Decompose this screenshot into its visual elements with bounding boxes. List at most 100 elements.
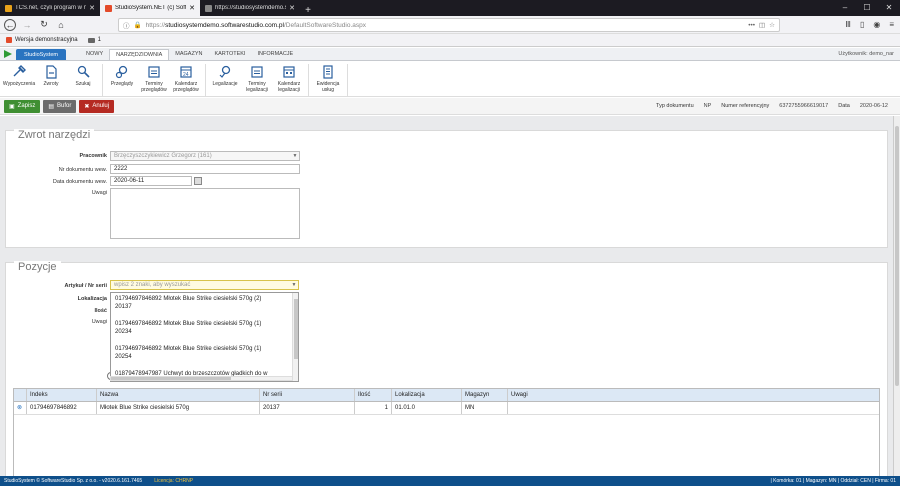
menu-icon[interactable]: ≡: [889, 20, 894, 29]
tab-magazyn[interactable]: MAGAZYN: [169, 49, 208, 60]
tab-nowy[interactable]: NOWY: [80, 49, 109, 60]
table-cell: 20137: [260, 402, 355, 414]
ribbon-button-inspection-calendar[interactable]: 24 Kalendarz przeglądów: [170, 64, 202, 96]
maximize-icon[interactable]: ☐: [856, 0, 878, 16]
tab-informacje[interactable]: INFORMACJE: [251, 49, 299, 60]
table-header-cell[interactable]: Uwagi: [508, 389, 879, 401]
status-bar: StudioSystem © SoftwareStudio Sp. z o.o.…: [0, 476, 900, 486]
pocket-icon[interactable]: ◫: [759, 21, 765, 29]
ext-doc-date-input[interactable]: 2020-06-11: [110, 176, 192, 186]
cancel-label: Anuluj: [92, 103, 110, 109]
notes-textarea[interactable]: [110, 188, 300, 239]
browser-toolbar-icons: Ⅲ ▯ ◉ ≡: [845, 20, 894, 29]
ribbon-button-inspections[interactable]: Przeglądy: [106, 64, 138, 96]
bookmark-demo[interactable]: Wersja demonstracyjna: [6, 37, 78, 43]
close-window-icon[interactable]: ✕: [878, 0, 900, 16]
new-tab-icon[interactable]: +: [300, 5, 316, 16]
doc-date-value: 2020-06-12: [859, 103, 888, 109]
table-header-cell[interactable]: Lokalizacja: [392, 389, 462, 401]
tab-favicon-icon: [205, 4, 212, 12]
table-header-cell[interactable]: Indeks: [27, 389, 97, 401]
app-menu-bar: StudioSystem NOWY NARZĘDZIOWNIA MAGAZYN …: [0, 48, 900, 61]
employee-label: Pracownik: [79, 153, 107, 159]
table-header-cell[interactable]: Magazyn: [462, 389, 508, 401]
gear-check-icon: [219, 65, 231, 78]
scrollbar-thumb[interactable]: [111, 377, 231, 380]
ribbon-button-legalization-dates[interactable]: Terminy legalizacji: [241, 64, 273, 96]
table-header-cell[interactable]: Nazwa: [97, 389, 260, 401]
close-icon: ✖: [84, 103, 90, 110]
ribbon-button-search[interactable]: Szukaj: [67, 64, 99, 96]
close-tab-icon[interactable]: ✕: [189, 4, 195, 12]
suggestion-serial: 20137: [115, 304, 132, 310]
positions-title: Pozycje: [14, 261, 61, 273]
article-search-input[interactable]: wpisz 2 znaki, aby wyszukać ▼: [110, 280, 299, 290]
table-header-cell[interactable]: Nr serii: [260, 389, 355, 401]
lock-icon: 🔒: [133, 22, 142, 29]
forward-icon[interactable]: →: [21, 19, 33, 31]
cancel-button[interactable]: ✖ Anuluj: [79, 99, 115, 113]
app-brand[interactable]: StudioSystem: [16, 49, 66, 60]
location-label: Lokalizacja: [77, 296, 107, 302]
account-icon[interactable]: ◉: [873, 20, 880, 29]
browser-tab-2[interactable]: StudioSystem.NET (c) Software ✕: [100, 0, 200, 16]
ribbon-button-inspection-dates[interactable]: Terminy przeglądów: [138, 64, 170, 96]
scrollbar-thumb[interactable]: [895, 126, 899, 386]
browser-tab-3[interactable]: https://studiosystemdemo.softwa ✕: [200, 0, 300, 16]
back-icon[interactable]: ←: [4, 18, 16, 31]
ribbon-button-service-register[interactable]: Ewidencja usług: [312, 64, 344, 96]
minimize-icon[interactable]: –: [834, 0, 856, 16]
chevron-down-icon[interactable]: ▼: [290, 281, 298, 289]
close-tab-icon[interactable]: ✕: [289, 4, 295, 12]
dropdown-scrollbar[interactable]: [292, 293, 298, 381]
suggestion-serial: 20234: [115, 329, 132, 335]
ribbon-label: Terminy legalizacji: [246, 81, 268, 93]
calendar-picker-icon[interactable]: [194, 177, 202, 185]
suggestion-serial: 20254: [115, 354, 132, 360]
dropdown-hscrollbar[interactable]: [110, 376, 293, 381]
suggestion-text: 01794697846892 Młotek Blue Strike ciesie…: [115, 346, 262, 352]
status-context: | Komórka: 01 | Magazyn: MN | Oddział: C…: [770, 478, 896, 484]
scrollbar-thumb[interactable]: [294, 299, 298, 359]
list-item[interactable]: 01794697846892 Młotek Blue Strike ciesie…: [111, 343, 298, 368]
folder-icon: [87, 37, 95, 43]
bookmark-star-icon[interactable]: ☆: [769, 21, 775, 29]
tab-favicon-icon: [105, 4, 112, 12]
buffer-button[interactable]: ▤ Bufor: [43, 99, 77, 113]
play-icon[interactable]: [4, 50, 12, 58]
status-copyright: StudioSystem © SoftwareStudio Sp. z o.o.…: [4, 478, 143, 484]
ribbon-button-legalization-calendar[interactable]: Kalendarz legalizacji: [273, 64, 305, 96]
article-label: Artykuł / Nr serii: [64, 283, 108, 289]
table-row[interactable]: ⊗ 01794697846892 Młotek Blue Strike cies…: [14, 402, 879, 415]
ribbon-button-lend[interactable]: Wypożyczenia: [3, 64, 35, 96]
employee-select[interactable]: Brzęczyszczykiewicz Grzegorz (161) ▼: [110, 151, 300, 161]
article-placeholder: wpisz 2 znaki, aby wyszukać: [114, 282, 191, 288]
chevron-down-icon[interactable]: ▼: [291, 152, 299, 160]
list-item[interactable]: 01794697846892 Młotek Blue Strike ciesie…: [111, 293, 298, 318]
search-tool-icon: [77, 65, 90, 78]
url-bar[interactable]: ⓘ 🔒 https://studiosystemdemo.softwarestu…: [118, 18, 780, 32]
table-header-cell[interactable]: Ilość: [355, 389, 392, 401]
close-tab-icon[interactable]: ✕: [89, 4, 95, 12]
home-icon[interactable]: ⌂: [55, 19, 67, 31]
save-button[interactable]: ▣ Zapisz: [4, 99, 41, 113]
tab-kartoteki[interactable]: KARTOTEKI: [208, 49, 251, 60]
page-scrollbar[interactable]: [893, 116, 900, 476]
user-label: Użytkownik: demo_nar: [838, 51, 894, 57]
ribbon-button-legalization[interactable]: Legalizacje: [209, 64, 241, 96]
browser-nav-bar: ← → ↻ ⌂ ⓘ 🔒 https://studiosystemdemo.sof…: [0, 16, 900, 34]
library-icon[interactable]: Ⅲ: [845, 20, 851, 29]
ribbon-button-returns[interactable]: Zwroty: [35, 64, 67, 96]
remove-row-icon[interactable]: ⊗: [14, 402, 27, 414]
table-header-cell: [14, 389, 27, 401]
more-actions-icon[interactable]: •••: [748, 22, 755, 29]
bookmark-folder[interactable]: 1: [87, 37, 101, 43]
tab-narzedziownia[interactable]: NARZĘDZIOWNIA: [109, 49, 170, 60]
ext-doc-no-input[interactable]: 2222: [110, 164, 300, 174]
table-header: Indeks Nazwa Nr serii Ilość Lokalizacja …: [14, 389, 879, 402]
browser-tab-1[interactable]: TCS.net, czyli program w narzę ✕: [0, 0, 100, 16]
reload-icon[interactable]: ↻: [38, 19, 50, 31]
list-item[interactable]: 01794697846892 Młotek Blue Strike ciesie…: [111, 318, 298, 343]
page-info-icon[interactable]: ⓘ: [123, 20, 130, 30]
sidebar-icon[interactable]: ▯: [860, 20, 864, 29]
